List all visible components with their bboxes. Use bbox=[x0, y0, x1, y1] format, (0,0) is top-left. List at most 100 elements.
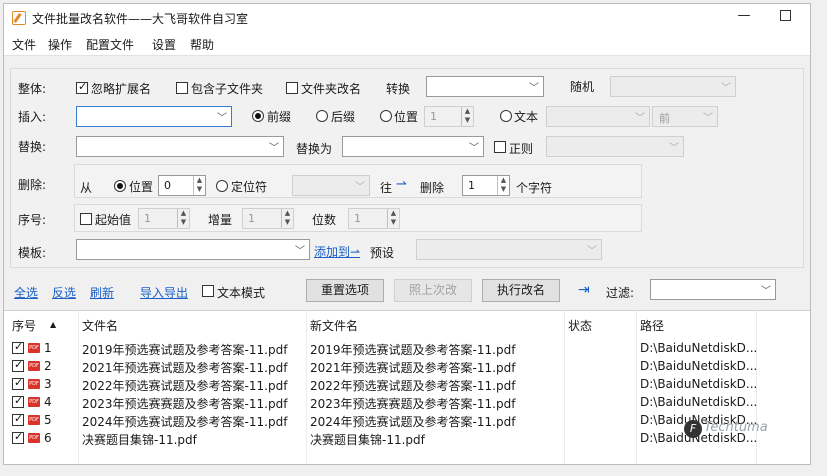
chevron-down-icon: ﹀ bbox=[761, 286, 771, 297]
row-checkbox[interactable] bbox=[12, 430, 24, 444]
table-row[interactable]: 3 2022年预选赛试题及参考答案-11.pdf 2022年预选赛试题及参考答案… bbox=[4, 375, 810, 393]
stepper-down-icon[interactable]: ▼ bbox=[194, 185, 205, 194]
pdf-file-icon bbox=[28, 433, 40, 443]
folder-rename-checkbox[interactable] bbox=[286, 82, 298, 94]
stepper-down-icon[interactable]: ▼ bbox=[498, 185, 509, 194]
regex-checkbox[interactable] bbox=[494, 141, 506, 153]
preset-label: 预设 bbox=[370, 246, 395, 260]
include-sub-checkbox[interactable] bbox=[176, 82, 188, 94]
insert-position-stepper[interactable]: 1 ▲ ▼ bbox=[424, 106, 474, 127]
watermark-text: Techtuma bbox=[704, 420, 768, 435]
prefix-radio[interactable] bbox=[252, 110, 264, 122]
window-title: 文件批量改名软件——大飞哥软件自习室 bbox=[32, 12, 249, 26]
menu-settings[interactable]: 设置 bbox=[152, 36, 176, 53]
random-select[interactable]: ﹀ bbox=[610, 76, 736, 97]
row-checkbox[interactable] bbox=[12, 376, 24, 390]
replace-from-select[interactable]: ﹀ bbox=[76, 136, 284, 157]
stepper-down-icon[interactable]: ▼ bbox=[388, 218, 399, 227]
stepper-up-icon[interactable]: ▲ bbox=[194, 176, 205, 185]
menu-operation[interactable]: 操作 bbox=[48, 36, 72, 53]
template-select[interactable]: ﹀ bbox=[76, 239, 310, 260]
insert-text-select[interactable]: ﹀ bbox=[76, 106, 232, 127]
table-row[interactable]: 1 2019年预选赛试题及参考答案-11.pdf 2019年预选赛试题及参考答案… bbox=[4, 339, 810, 357]
replace-to-select[interactable]: ﹀ bbox=[342, 136, 484, 157]
regex-label: 正则 bbox=[509, 142, 534, 156]
table-row[interactable]: 2 2021年预选赛试题及参考答案-11.pdf 2021年预选赛试题及参考答案… bbox=[4, 357, 810, 375]
step-stepper[interactable]: 1 ▲ ▼ bbox=[242, 208, 294, 229]
convert-select[interactable]: ﹀ bbox=[426, 76, 544, 97]
digits-stepper[interactable]: 1 ▲ ▼ bbox=[348, 208, 400, 229]
invert-link[interactable]: 反选 bbox=[52, 284, 76, 301]
execute-rename-button[interactable]: 执行改名 bbox=[482, 279, 560, 302]
serial-label: 序号: bbox=[18, 213, 47, 227]
watermark-logo-icon: F bbox=[684, 420, 702, 438]
pdf-file-icon bbox=[28, 379, 40, 389]
row-checkbox[interactable] bbox=[12, 358, 24, 372]
locator-radio[interactable] bbox=[216, 180, 228, 192]
delete-count-value: 1 bbox=[468, 179, 475, 192]
header-status[interactable]: 状态 bbox=[568, 317, 592, 334]
header-filename[interactable]: 文件名 bbox=[82, 317, 118, 334]
main-window: 文件批量改名软件——大飞哥软件自习室 — 文件 操作 配置文件 设置 帮助 整体… bbox=[3, 3, 811, 465]
insert-direction-value: 前 bbox=[659, 112, 670, 125]
template-label: 模板: bbox=[18, 246, 47, 260]
menu-file[interactable]: 文件 bbox=[12, 36, 36, 53]
row-path: D:\BaiduNetdiskD... bbox=[640, 341, 758, 355]
stepper-up-icon[interactable]: ▲ bbox=[178, 209, 189, 218]
row-path: D:\BaiduNetdiskD... bbox=[640, 377, 758, 391]
stepper-up-icon[interactable]: ▲ bbox=[462, 107, 473, 116]
direction-arrow-icon[interactable]: ⇀ bbox=[396, 177, 407, 192]
select-all-link[interactable]: 全选 bbox=[14, 284, 38, 301]
start-value-value: 1 bbox=[144, 212, 151, 225]
text-mode-label: 文本模式 bbox=[217, 286, 266, 300]
insert-direction-select[interactable]: 前 ﹀ bbox=[652, 106, 718, 127]
sort-asc-icon[interactable]: ▲ bbox=[50, 320, 56, 329]
insert-text-source-select[interactable]: ﹀ bbox=[546, 106, 650, 127]
filter-select[interactable]: ﹀ bbox=[650, 279, 776, 300]
ignore-ext-checkbox[interactable] bbox=[76, 80, 88, 94]
pdf-file-icon bbox=[28, 361, 40, 371]
text-mode-checkbox[interactable] bbox=[202, 285, 214, 297]
header-seq[interactable]: 序号 bbox=[12, 317, 36, 334]
start-value-stepper[interactable]: 1 ▲ ▼ bbox=[138, 208, 190, 229]
text-radio[interactable] bbox=[500, 110, 512, 122]
stepper-down-icon[interactable]: ▼ bbox=[282, 218, 293, 227]
maximize-button[interactable] bbox=[780, 10, 791, 21]
position-label: 位置 bbox=[394, 110, 419, 124]
stepper-up-icon[interactable]: ▲ bbox=[388, 209, 399, 218]
undo-last-button[interactable]: 照上次改 bbox=[394, 279, 472, 302]
start-value-checkbox[interactable] bbox=[80, 213, 92, 225]
locator-select[interactable]: ﹀ bbox=[292, 175, 370, 196]
delete-position-label: 位置 bbox=[129, 180, 154, 194]
row-checkbox[interactable] bbox=[12, 340, 24, 354]
row-checkbox[interactable] bbox=[12, 394, 24, 408]
add-to-preset-link[interactable]: 添加到⇀ bbox=[314, 243, 360, 260]
menu-help[interactable]: 帮助 bbox=[190, 36, 214, 53]
suffix-radio[interactable] bbox=[316, 110, 328, 122]
table-row[interactable]: 4 2023年预选赛赛题及参考答案-11.pdf 2023年预选赛赛题及参考答案… bbox=[4, 393, 810, 411]
stepper-up-icon[interactable]: ▲ bbox=[282, 209, 293, 218]
row-seq: 3 bbox=[44, 377, 52, 391]
refresh-link[interactable]: 刷新 bbox=[90, 284, 114, 301]
regex-select[interactable]: ﹀ bbox=[546, 136, 684, 157]
row-seq: 1 bbox=[44, 341, 52, 355]
import-export-link[interactable]: 导入导出 bbox=[140, 284, 188, 301]
header-path[interactable]: 路径 bbox=[640, 317, 664, 334]
delete-position-radio[interactable] bbox=[114, 180, 126, 192]
menu-config-file[interactable]: 配置文件 bbox=[86, 36, 134, 53]
preset-select[interactable]: ﹀ bbox=[416, 239, 602, 260]
header-new-filename[interactable]: 新文件名 bbox=[310, 317, 358, 334]
reset-options-button[interactable]: 重置选项 bbox=[306, 279, 384, 302]
row-filename: 2019年预选赛试题及参考答案-11.pdf bbox=[82, 343, 288, 357]
stepper-down-icon[interactable]: ▼ bbox=[178, 218, 189, 227]
delete-label: 删除: bbox=[18, 178, 47, 192]
row-checkbox[interactable] bbox=[12, 412, 24, 426]
delete-unit-label: 个字符 bbox=[516, 181, 553, 195]
position-radio[interactable] bbox=[380, 110, 392, 122]
delete-position-stepper[interactable]: 0 ▲ ▼ bbox=[158, 175, 206, 196]
minimize-button[interactable]: — bbox=[734, 8, 754, 26]
delete-count-stepper[interactable]: 1 ▲ ▼ bbox=[462, 175, 510, 196]
stepper-up-icon[interactable]: ▲ bbox=[498, 176, 509, 185]
stepper-down-icon[interactable]: ▼ bbox=[462, 116, 473, 125]
pin-icon[interactable]: ⇥ bbox=[578, 282, 590, 298]
